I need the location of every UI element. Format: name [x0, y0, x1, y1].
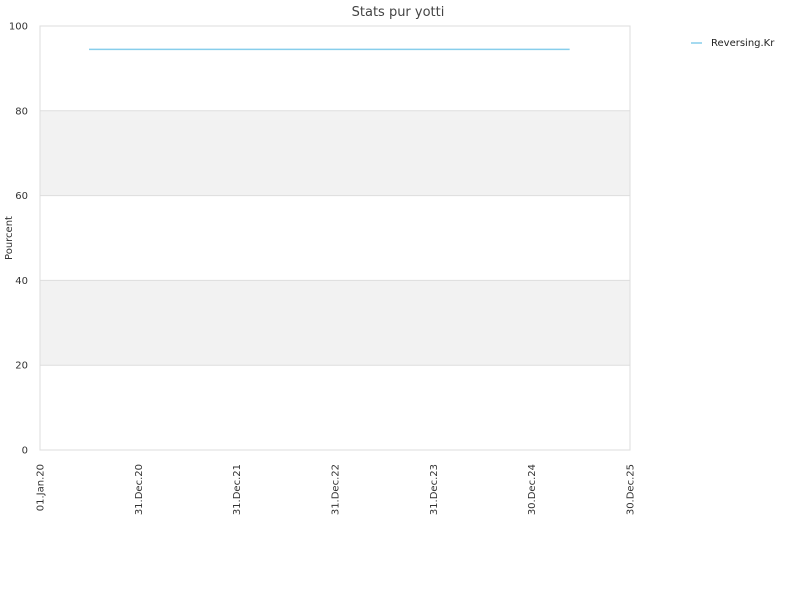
x-axis: 01.Jan.20 31.Dec.20 31.Dec.21 31.Dec.22 31.D… [36, 464, 637, 515]
y-tick-label: 40 [15, 276, 28, 287]
y-tick-label: 80 [15, 106, 28, 117]
x-tick-label: 30.Dec.25 [626, 464, 637, 515]
x-tick-label: 31.Dec.22 [331, 464, 342, 515]
y-tick-label: 20 [15, 361, 28, 372]
x-tick-label: 30.Dec.24 [527, 464, 538, 515]
x-tick-label: 31.Dec.20 [134, 464, 145, 515]
y-tick-label: 0 [22, 446, 28, 457]
y-tick-label: 60 [15, 191, 28, 202]
x-tick-label: 31.Dec.23 [429, 464, 440, 515]
plot-band [40, 280, 630, 366]
y-axis-title: Pourcent [4, 216, 15, 260]
grid-lines [40, 25, 630, 451]
chart-title: Stats pur yotti [352, 5, 445, 20]
x-tick-label: 01.Jan.20 [36, 464, 47, 511]
y-tick-label: 100 [9, 22, 28, 33]
legend-label: Reversing.Kr [711, 38, 775, 49]
chart: Stats pur yotti 0 20 40 60 80 100 01.Jan.20 31… [4, 5, 775, 515]
plot-band [40, 110, 630, 196]
plot-border [39, 25, 631, 451]
plot-bands [40, 110, 630, 366]
x-tick-label: 31.Dec.21 [232, 464, 243, 515]
legend: Reversing.Kr [691, 38, 775, 49]
